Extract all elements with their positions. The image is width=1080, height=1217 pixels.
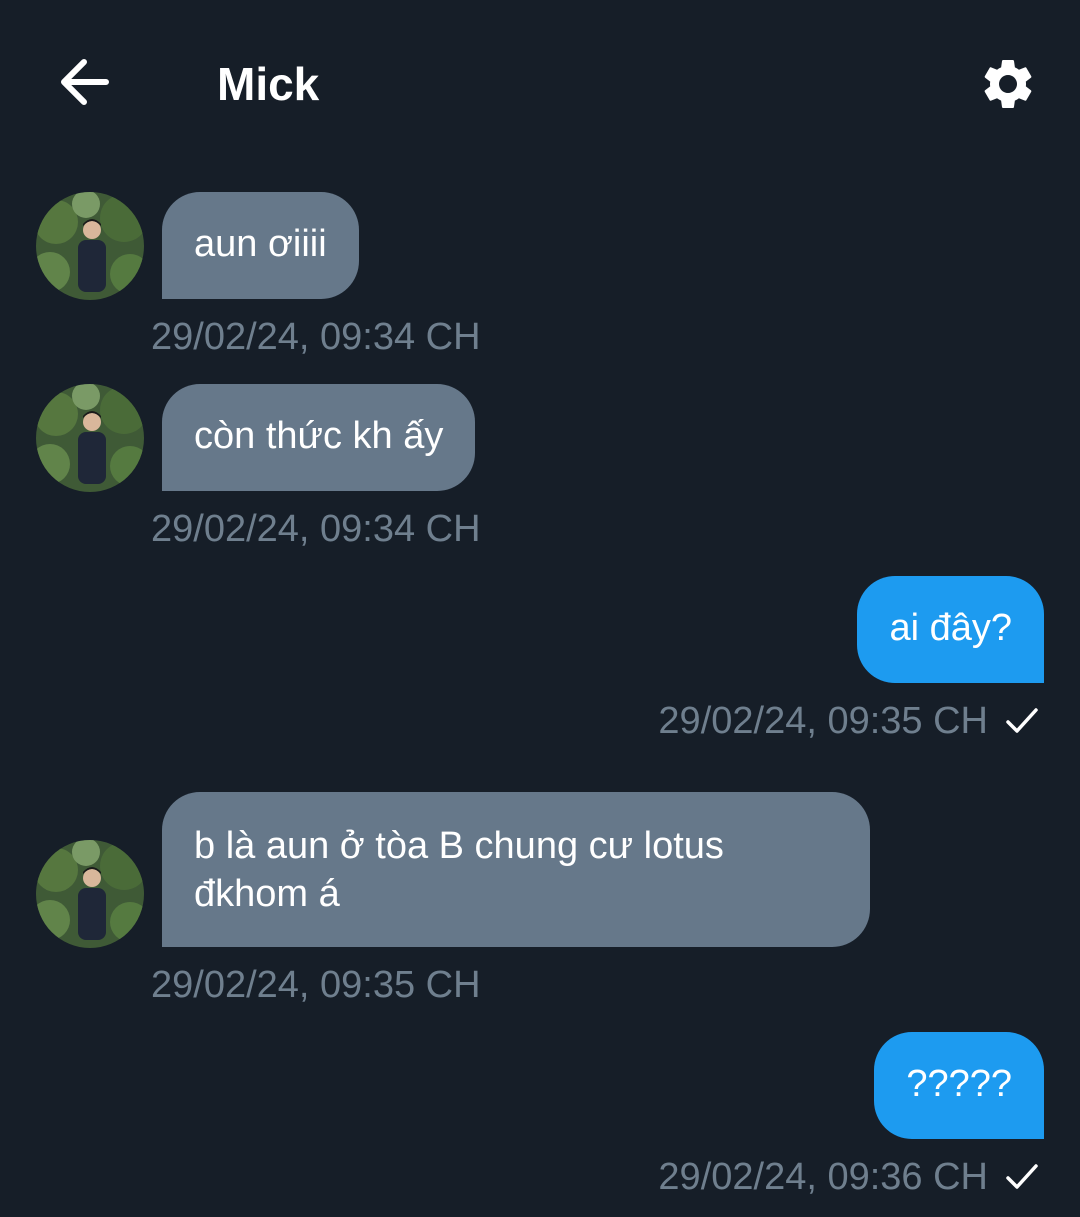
settings-button[interactable] [972,50,1044,122]
message-timestamp: 29/02/24, 09:35 CH [151,964,481,1006]
message-timestamp: 29/02/24, 09:35 CH [658,700,988,742]
message-text: aun ơiiii [194,223,327,265]
message-text: b là aun ở tòa B chung cư lotus đkhom á [194,825,724,915]
message-bubble-incoming[interactable]: còn thức kh ấy [162,384,476,491]
message-text: ai đây? [889,607,1012,649]
check-icon [1004,703,1040,739]
message-timestamp-row: 29/02/24, 09:36 CH [658,1154,1040,1200]
message-bubble-outgoing[interactable]: ai đây? [857,576,1044,683]
message-text: còn thức kh ấy [194,415,444,457]
message-bubble-incoming[interactable]: aun ơiiii [162,192,359,299]
avatar[interactable] [36,840,144,948]
gear-icon [978,54,1038,119]
message-timestamp: 29/02/24, 09:36 CH [658,1156,988,1198]
top-bar: Mick [0,0,1080,170]
message-timestamp: 29/02/24, 09:34 CH [151,508,481,550]
arrow-left-icon [58,58,110,111]
message-timestamp-row: 29/02/24, 09:35 CH [658,698,1040,744]
message-bubble-outgoing[interactable]: ????? [874,1032,1044,1139]
back-button[interactable] [52,52,116,116]
page-title: Mick [217,58,320,110]
avatar[interactable] [36,192,144,300]
message-timestamp: 29/02/24, 09:34 CH [151,316,481,358]
message-text: ????? [906,1063,1012,1105]
message-bubble-incoming[interactable]: b là aun ở tòa B chung cư lotus đkhom á [162,792,870,947]
chat-screen: Mick aun ơiiii 29/02/24, 09:34 CH còn th… [0,0,1080,1217]
avatar[interactable] [36,384,144,492]
check-icon [1004,1159,1040,1195]
